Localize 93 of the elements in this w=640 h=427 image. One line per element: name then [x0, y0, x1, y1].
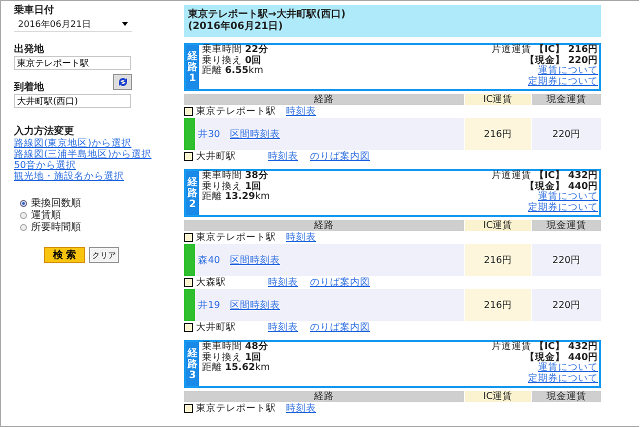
summary-text: 乗車時間 38分 [202, 171, 270, 181]
section-title: 入力方法変更 [14, 126, 74, 138]
station-link[interactable]: 時刻表 [286, 231, 316, 244]
ic-fare: 216円 [465, 289, 531, 321]
stop-icon [184, 152, 193, 161]
summary-text: 乗り換え 0回 [202, 56, 263, 66]
search-button[interactable]: 検 索 [44, 247, 85, 263]
column-header: 経路 [184, 94, 464, 105]
station-name: 大森駅 [196, 276, 227, 289]
station-name: 大井町駅 [196, 321, 237, 334]
route-badge: 経路 2 [186, 171, 199, 215]
station-link[interactable]: のりば案内図 [310, 276, 370, 289]
column-header: 現金運賃 [532, 391, 601, 402]
line-bar [184, 289, 195, 321]
sort-option[interactable]: 運賃順 [20, 210, 81, 221]
timetable-link[interactable]: 区間時刻表 [230, 254, 280, 266]
column-header: IC運賃 [465, 94, 531, 105]
fare-text: 【現金】 440円 [524, 352, 598, 362]
info-link[interactable]: 運賃について [538, 363, 598, 374]
cash-fare: 220円 [532, 289, 601, 321]
line-bar [184, 244, 195, 276]
info-link[interactable]: 定期券について [528, 76, 598, 87]
column-header: 現金運賃 [532, 220, 601, 231]
column-header: IC運賃 [465, 391, 531, 402]
search-date: (2016年06月21日) [188, 21, 284, 33]
radio-button[interactable] [20, 212, 27, 219]
ic-fare: 216円 [465, 118, 531, 150]
station-link[interactable]: 時刻表 [268, 276, 298, 289]
swap-button[interactable] [113, 74, 132, 90]
station-name: 東京テレポート駅 [196, 105, 276, 118]
station-link[interactable]: 時刻表 [286, 105, 316, 118]
column-header: 経路 [184, 220, 464, 231]
bus-line: 森40 [198, 254, 222, 266]
line-bar [184, 118, 195, 150]
stop-icon [184, 278, 193, 287]
summary-text: 距離 15.62km [202, 363, 271, 374]
column-header: IC運賃 [465, 220, 531, 231]
bus-line: 井30 [198, 128, 222, 140]
clear-button[interactable]: クリア [89, 247, 119, 263]
stop-icon [184, 107, 193, 116]
arrival-field[interactable]: 大井町駅(西口) [14, 94, 131, 108]
summary-text: 乗り換え 1回 [202, 182, 263, 192]
station-link[interactable]: 時刻表 [268, 321, 298, 334]
fare-text: 片道運賃 【IC】 432円 [491, 342, 598, 352]
timetable-link[interactable]: 区間時刻表 [230, 298, 280, 312]
info-link[interactable]: 運賃について [538, 192, 598, 202]
station-link[interactable]: のりば案内図 [310, 321, 370, 334]
column-header: 現金運賃 [532, 94, 601, 105]
summary-text: 乗車時間 22分 [202, 45, 270, 55]
sort-option[interactable]: 所要時間順 [20, 222, 81, 233]
route-badge: 経路 1 [186, 45, 199, 89]
stop-icon [184, 323, 193, 332]
radio-button[interactable] [20, 224, 27, 231]
route-title: 東京テレポート駅→大井町駅(西口) [188, 9, 347, 20]
info-link[interactable]: 定期券について [528, 374, 598, 384]
select-link[interactable]: 路線図(東京地区)から選択 [14, 138, 132, 149]
fare-text: 片道運賃 【IC】 432円 [491, 171, 598, 181]
radio-button[interactable] [20, 200, 27, 207]
summary-text: 乗車時間 48分 [202, 342, 270, 352]
ic-fare: 216円 [465, 244, 531, 276]
fare-text: 【現金】 440円 [524, 182, 598, 192]
caret-icon [122, 22, 128, 26]
field-label: 到着地 [14, 82, 44, 94]
cash-fare: 220円 [532, 244, 601, 276]
field-label: 出発地 [14, 44, 44, 56]
summary-text: 距離 13.29km [202, 192, 271, 202]
summary-text: 乗り換え 1回 [202, 352, 263, 362]
summary-text: 距離 6.55km [202, 66, 264, 76]
fare-text: 【現金】 220円 [524, 56, 598, 66]
date-select[interactable]: 2016年06月21日 [14, 17, 132, 32]
column-header: 経路 [184, 391, 464, 402]
swap-icon [116, 76, 128, 88]
sort-option[interactable]: 乗換回数順 [20, 198, 81, 209]
station-name: 東京テレポート駅 [196, 231, 276, 244]
select-link[interactable]: 観光地・施設名から選択 [14, 171, 124, 182]
departure-field[interactable]: 東京テレポート駅 [14, 56, 131, 70]
station-name: 東京テレポート駅 [196, 402, 276, 415]
info-link[interactable]: 運賃について [538, 66, 598, 76]
station-name: 大井町駅 [196, 150, 237, 163]
timetable-link[interactable]: 区間時刻表 [230, 128, 280, 140]
station-link[interactable]: 時刻表 [286, 402, 316, 415]
station-link[interactable]: のりば案内図 [310, 150, 370, 163]
select-link[interactable]: 路線図(三浦半島地区)から選択 [14, 149, 152, 160]
bus-line: 井19 [198, 298, 222, 312]
station-link[interactable]: 時刻表 [268, 150, 298, 163]
route-badge: 経路 3 [186, 342, 199, 386]
select-link[interactable]: 50音から選択 [14, 160, 76, 171]
cash-fare: 220円 [532, 118, 601, 150]
stop-icon [184, 233, 193, 242]
fare-text: 片道運賃 【IC】 216円 [491, 45, 598, 55]
info-link[interactable]: 定期券について [528, 202, 598, 213]
field-label: 乗車日付 [14, 5, 54, 17]
stop-icon [184, 404, 193, 413]
